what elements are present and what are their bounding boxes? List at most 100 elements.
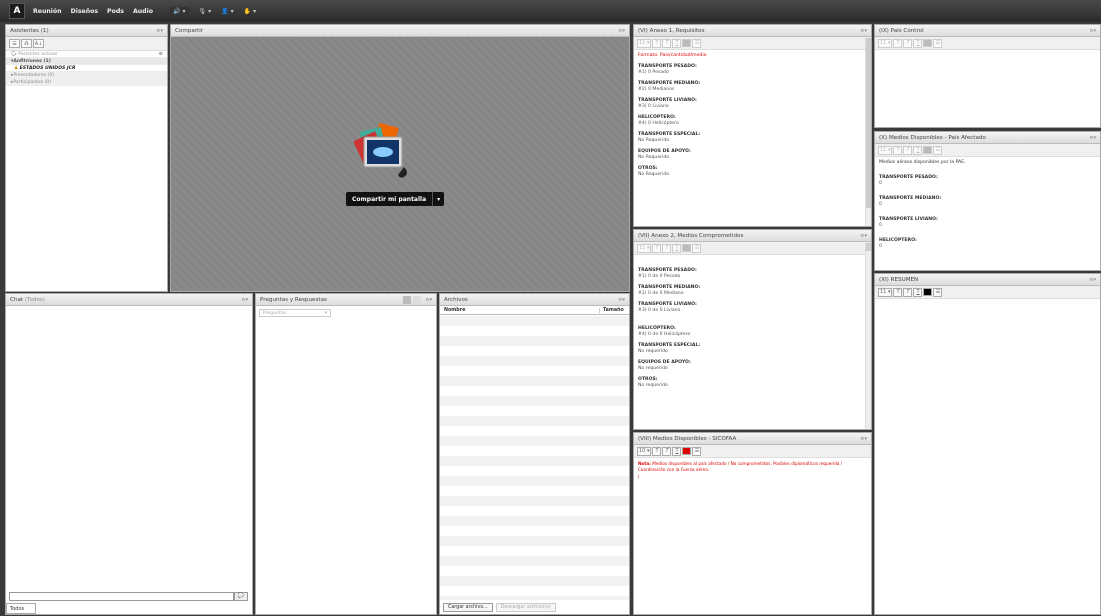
item-value: No Requerido: [638, 155, 670, 160]
bold-icon[interactable]: T: [652, 243, 662, 253]
underline-icon[interactable]: T: [672, 243, 682, 253]
intro-text: Medios aéreos disponibles por la PAE.: [879, 160, 966, 165]
raise-hand-button[interactable]: ✋ ▾: [244, 8, 259, 15]
italic-icon[interactable]: T: [903, 287, 913, 297]
pod-menu-icon[interactable]: ≡▾: [860, 233, 867, 239]
share-button-label: Compartir mi pantalla: [352, 195, 427, 203]
download-files-button[interactable]: Descargar archivo(s): [495, 603, 556, 612]
list-icon[interactable]: ☰: [692, 38, 702, 48]
pod-menu-icon[interactable]: ≡▾: [860, 28, 867, 34]
scrollbar[interactable]: [865, 243, 871, 429]
bold-icon[interactable]: T: [652, 38, 662, 48]
screen-share-icon: [354, 123, 407, 178]
medios-afectado-pod: (X) Medios Disponibles - País Afectado ≡▾…: [874, 131, 1101, 271]
bold-icon[interactable]: T: [893, 38, 903, 48]
color-swatch[interactable]: [923, 39, 933, 47]
list-icon[interactable]: ☰: [692, 243, 702, 253]
underline-icon[interactable]: T: [672, 38, 682, 48]
menu-audio[interactable]: Audio: [133, 8, 153, 15]
list-view-icon[interactable]: ☰: [9, 39, 20, 48]
pod-menu-icon[interactable]: ≡▾: [241, 297, 248, 303]
menu-reunion[interactable]: Reunión: [33, 8, 62, 15]
participants-group[interactable]: ▸ Participantes (0): [6, 79, 167, 86]
pod-menu-icon[interactable]: ≡▾: [1089, 28, 1096, 34]
format-toolbar: 11 ▾ T T T ☰: [634, 242, 871, 255]
color-swatch[interactable]: [682, 447, 692, 455]
speaker-icon: 🔊: [172, 7, 181, 15]
color-swatch[interactable]: [923, 146, 933, 154]
list-icon[interactable]: ☰: [692, 446, 702, 456]
underline-icon[interactable]: T: [913, 287, 923, 297]
chat-tab-todos[interactable]: Todos: [6, 603, 36, 614]
medios-afectado-body[interactable]: Medios aéreos disponibles por la PAE. TR…: [875, 157, 1100, 253]
pod-menu-icon[interactable]: ≡▾: [1089, 135, 1096, 141]
item-value: #4) 0 Helicóptero: [638, 121, 679, 126]
color-swatch[interactable]: [682, 244, 692, 252]
presenters-group[interactable]: ▸ Presentadores (0): [6, 72, 167, 79]
underline-icon[interactable]: T: [672, 446, 682, 456]
item-value: #1) 0 de 0 Pesado: [638, 274, 681, 279]
chevron-down-icon[interactable]: ▾: [432, 192, 444, 206]
item-value: 0: [879, 244, 882, 249]
font-size-select[interactable]: 11 ▾: [637, 243, 652, 253]
sort-icon[interactable]: A↓: [33, 39, 44, 48]
pod-menu-icon[interactable]: ≡▾: [425, 297, 432, 303]
share-area: Compartir mi pantalla ▾: [171, 37, 629, 291]
pod-menu-icon[interactable]: ≡▾: [618, 28, 625, 34]
font-size-select[interactable]: 11 ▾: [878, 287, 893, 297]
italic-icon[interactable]: T: [662, 243, 672, 253]
hosts-group[interactable]: ▾ Anfitriones (1): [6, 58, 167, 65]
italic-icon[interactable]: T: [662, 38, 672, 48]
format-toolbar: 11 ▾ T T T ☰: [634, 37, 871, 50]
col-name-header[interactable]: Nombre: [440, 308, 599, 313]
scrollbar[interactable]: [865, 38, 871, 226]
pod-menu-icon[interactable]: ≡▾: [156, 28, 163, 34]
item-value: #1) 0 Pesado: [638, 70, 669, 75]
item-value: No Requerido: [638, 172, 670, 177]
underline-icon[interactable]: T: [913, 145, 923, 155]
list-icon[interactable]: ☰: [933, 287, 943, 297]
webcam-button[interactable]: 👤 ▾: [221, 8, 236, 15]
menu-disenos[interactable]: Diseños: [71, 8, 98, 15]
microphone-button[interactable]: 🎙 ▾: [198, 8, 213, 15]
user-icon: 👤: [221, 7, 229, 15]
italic-icon[interactable]: T: [903, 145, 913, 155]
menu-pods[interactable]: Pods: [107, 8, 124, 15]
send-message-icon[interactable]: 💬: [234, 592, 248, 601]
color-swatch[interactable]: [923, 288, 933, 296]
adobe-logo-icon: A: [9, 3, 25, 19]
sicofaa-body[interactable]: Nota: Medios disponibles al país afectad…: [634, 458, 871, 483]
question-filter-select[interactable]: Preguntas ▾: [259, 309, 331, 317]
font-size-select[interactable]: 10 ▾: [637, 446, 652, 456]
font-size-select[interactable]: 11 ▾: [878, 145, 893, 155]
settings-icon[interactable]: ⚙: [159, 52, 163, 57]
group-view-icon[interactable]: ⁂: [21, 39, 32, 48]
qa-view-icon[interactable]: [403, 295, 412, 304]
bold-icon[interactable]: T: [893, 145, 903, 155]
upload-file-button[interactable]: Cargar archivo...: [443, 603, 493, 612]
bold-icon[interactable]: T: [652, 446, 662, 456]
speaker-button[interactable]: 🔊 ▾: [169, 6, 191, 16]
pod-menu-icon[interactable]: ≡▾: [618, 297, 625, 303]
resumen-title: (XI) RESUMEN: [879, 276, 919, 283]
underline-icon[interactable]: T: [913, 38, 923, 48]
qa-user-icon[interactable]: [413, 295, 422, 304]
host-item[interactable]: ♟ ESTADOS UNIDOS JCR: [6, 65, 167, 72]
pod-menu-icon[interactable]: ≡▾: [860, 436, 867, 442]
font-size-select[interactable]: 11 ▾: [878, 38, 893, 48]
share-my-screen-button[interactable]: Compartir mi pantalla ▾: [346, 192, 445, 206]
bold-icon[interactable]: T: [893, 287, 903, 297]
host-icon: ♟: [14, 65, 19, 71]
color-swatch[interactable]: [682, 39, 692, 47]
list-icon[interactable]: ☰: [933, 145, 943, 155]
pod-menu-icon[interactable]: ≡▾: [1089, 277, 1096, 283]
chat-input[interactable]: [9, 592, 234, 601]
anexo1-body[interactable]: Formato: País/cantidad/medio TRANSPORTE …: [634, 50, 871, 181]
list-icon[interactable]: ☰: [933, 38, 943, 48]
anexo2-body[interactable]: TRANSPORTE PESADO: #1) 0 de 0 Pesado TRAN…: [634, 255, 871, 392]
col-size-header[interactable]: Tamaño: [599, 307, 629, 313]
qa-pod: Preguntas y Respuestas ≡▾ Preguntas ▾: [255, 293, 437, 615]
italic-icon[interactable]: T: [662, 446, 672, 456]
font-size-select[interactable]: 11 ▾: [637, 38, 652, 48]
italic-icon[interactable]: T: [903, 38, 913, 48]
